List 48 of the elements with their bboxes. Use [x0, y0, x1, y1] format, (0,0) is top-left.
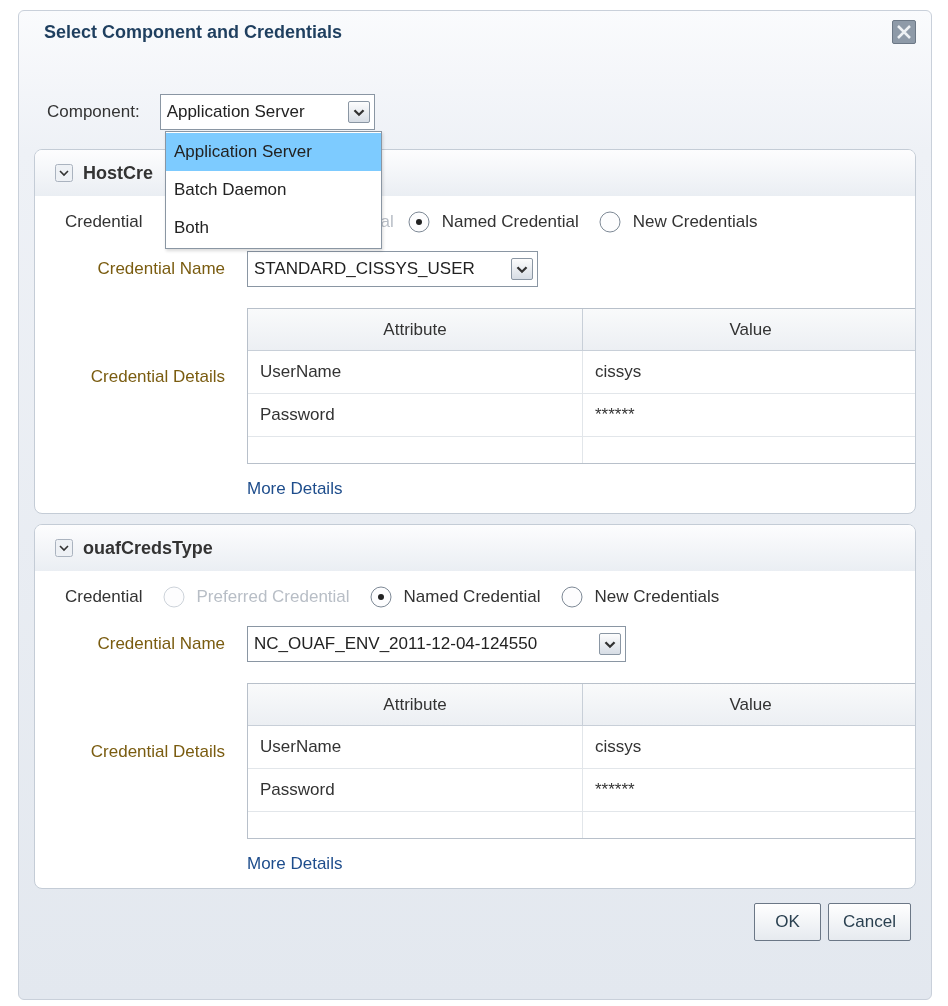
caret-icon	[347, 101, 370, 123]
credential-name-select[interactable]: NC_OUAF_ENV_2011-12-04-124550	[247, 626, 626, 662]
dialog-title: Select Component and Credentials	[44, 21, 343, 43]
radio-option[interactable]: Named Credential	[407, 211, 579, 233]
more-details-link[interactable]: More Details	[247, 479, 343, 498]
ok-button[interactable]: OK	[754, 903, 821, 941]
table-cell: UserName	[248, 726, 583, 769]
credential-label: Credential	[65, 212, 143, 232]
column-header[interactable]: Attribute	[248, 684, 583, 726]
cancel-button[interactable]: Cancel	[828, 903, 911, 941]
radio-button[interactable]	[407, 211, 430, 233]
table-cell: cissys	[583, 726, 915, 769]
close-button[interactable]	[892, 20, 916, 44]
dropdown-option[interactable]: Application Server	[166, 133, 381, 171]
radio-button[interactable]	[560, 586, 583, 608]
radio-option[interactable]: New Credentials	[560, 586, 720, 608]
close-icon	[896, 24, 912, 40]
radio-option[interactable]: Named Credential	[369, 586, 541, 608]
credential-name-label: Credential Name	[96, 259, 225, 279]
radio-option[interactable]: New Credentials	[598, 211, 758, 233]
credential-details-label: Credential Details	[89, 367, 225, 387]
radio-label: al	[380, 212, 394, 232]
component-select[interactable]: Application Server	[159, 94, 375, 130]
table-cell: ******	[583, 769, 915, 812]
credential-name-select[interactable]: STANDARD_CISSYS_USER	[247, 251, 538, 287]
dropdown-option[interactable]: Both	[166, 209, 381, 247]
credential-name-label: Credential Name	[96, 634, 225, 654]
table-cell: ******	[583, 394, 915, 437]
column-header[interactable]: Value	[583, 309, 915, 351]
chevron-down-icon[interactable]	[55, 539, 73, 557]
table-cell: UserName	[248, 351, 583, 394]
more-details-link[interactable]: More Details	[247, 854, 343, 873]
section-title: HostCre	[83, 162, 153, 184]
table-cell: Password	[248, 769, 583, 812]
dropdown-option[interactable]: Batch Daemon	[166, 171, 381, 209]
chevron-down-icon[interactable]	[55, 164, 73, 182]
column-header[interactable]: Attribute	[248, 309, 583, 351]
radio-button[interactable]	[598, 211, 621, 233]
caret-icon	[511, 258, 533, 280]
column-header[interactable]: Value	[583, 684, 915, 726]
radio-button[interactable]	[369, 586, 392, 608]
table-cell: cissys	[583, 351, 915, 394]
section-title: ouafCredsType	[83, 537, 213, 559]
component-label: Component:	[47, 102, 140, 122]
credential-details-label: Credential Details	[89, 742, 225, 762]
caret-icon	[599, 633, 621, 655]
credential-label: Credential	[65, 587, 143, 607]
table-cell: Password	[248, 394, 583, 437]
